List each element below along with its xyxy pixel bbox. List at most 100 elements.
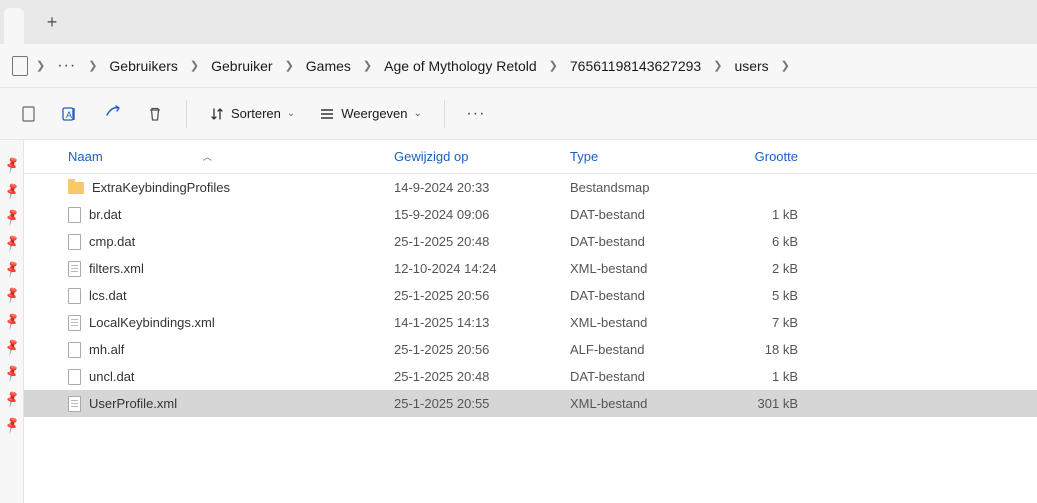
chevron-right-icon[interactable]: ❯ [32, 59, 49, 72]
file-row[interactable]: lcs.dat 25-1-2025 20:56DAT-bestand5 kB [24, 282, 1037, 309]
file-size: 18 kB [720, 342, 810, 357]
file-row[interactable]: uncl.dat 25-1-2025 20:48DAT-bestand1 kB [24, 363, 1037, 390]
view-label: Weergeven [341, 106, 407, 121]
file-row[interactable]: br.dat 15-9-2024 09:06DAT-bestand1 kB [24, 201, 1037, 228]
column-type[interactable]: Type [570, 149, 720, 164]
breadcrumb-item[interactable]: Games [298, 54, 359, 78]
active-tab[interactable] [4, 8, 24, 44]
breadcrumb: ❯ ··· ❯ Gebruikers ❯ Gebruiker ❯ Games ❯… [0, 44, 1037, 88]
file-modified: 15-9-2024 09:06 [394, 207, 570, 222]
file-type: DAT-bestand [570, 234, 720, 249]
file-size: 6 kB [720, 234, 810, 249]
nav-sidebar: 📌 📌 📌 📌 📌 📌 📌 📌 📌 📌 📌 [0, 140, 24, 503]
file-row[interactable]: ExtraKeybindingProfiles 14-9-2024 20:33Be… [24, 174, 1037, 201]
file-type: DAT-bestand [570, 207, 720, 222]
file-name-cell: ExtraKeybindingProfiles [68, 180, 394, 195]
file-icon [68, 342, 81, 358]
file-row[interactable]: filters.xml12-10-2024 14:24XML-bestand2 … [24, 255, 1037, 282]
column-name[interactable]: Naam ︿ [68, 149, 394, 164]
file-modified: 14-9-2024 20:33 [394, 180, 570, 195]
chevron-right-icon[interactable]: ❯ [777, 59, 794, 72]
file-name: uncl.dat [89, 369, 135, 384]
file-modified: 25-1-2025 20:55 [394, 396, 570, 411]
file-type: XML-bestand [570, 261, 720, 276]
toolbar: A Sorteren ⌄ Weergeven ⌄ ··· [0, 88, 1037, 140]
file-name-cell: lcs.dat [68, 288, 394, 304]
file-icon [68, 234, 81, 250]
breadcrumb-item[interactable]: 76561198143627293 [562, 54, 709, 78]
file-name-cell: filters.xml [68, 261, 394, 277]
content-area: 📌 📌 📌 📌 📌 📌 📌 📌 📌 📌 📌 Naam ︿ Gewijzigd o… [0, 140, 1037, 503]
file-icon [68, 207, 81, 223]
chevron-right-icon[interactable]: ❯ [359, 59, 376, 72]
file-size: 1 kB [720, 369, 810, 384]
breadcrumb-item[interactable]: Age of Mythology Retold [376, 54, 545, 78]
column-name-label: Naam [68, 149, 103, 164]
chevron-right-icon[interactable]: ❯ [186, 59, 203, 72]
svg-text:A: A [66, 110, 72, 120]
file-modified: 14-1-2025 14:13 [394, 315, 570, 330]
file-size: 1 kB [720, 207, 810, 222]
chevron-right-icon[interactable]: ❯ [545, 59, 562, 72]
new-tab-button[interactable]: + [34, 4, 70, 40]
breadcrumb-item[interactable]: Gebruiker [203, 54, 280, 78]
file-name: ExtraKeybindingProfiles [92, 180, 230, 195]
file-name: filters.xml [89, 261, 144, 276]
file-name: br.dat [89, 207, 122, 222]
file-type: XML-bestand [570, 396, 720, 411]
column-modified[interactable]: Gewijzigd op [394, 149, 570, 164]
file-type: XML-bestand [570, 315, 720, 330]
sort-icon [209, 106, 225, 122]
file-type: Bestandsmap [570, 180, 720, 195]
separator [186, 100, 187, 128]
view-button[interactable]: Weergeven ⌄ [309, 100, 432, 128]
file-icon [68, 369, 81, 385]
rename-button[interactable]: A [52, 95, 90, 133]
file-size: 5 kB [720, 288, 810, 303]
file-size: 301 kB [720, 396, 810, 411]
file-size: 2 kB [720, 261, 810, 276]
sort-arrow-icon: ︿ [203, 150, 212, 163]
sort-label: Sorteren [231, 106, 281, 121]
file-row[interactable]: UserProfile.xml 25-1-2025 20:55XML-bestan… [24, 390, 1037, 417]
breadcrumb-item[interactable]: users [726, 54, 776, 78]
file-modified: 25-1-2025 20:48 [394, 369, 570, 384]
separator [444, 100, 445, 128]
chevron-down-icon: ⌄ [287, 108, 295, 119]
file-name: lcs.dat [89, 288, 127, 303]
file-name-cell: cmp.dat [68, 234, 394, 250]
column-size[interactable]: Grootte [720, 149, 810, 164]
file-name: cmp.dat [89, 234, 135, 249]
file-name-cell: mh.alf [68, 342, 394, 358]
file-name: LocalKeybindings.xml [89, 315, 215, 330]
file-list: Naam ︿ Gewijzigd op Type Grootte ExtraKe… [24, 140, 1037, 503]
new-button[interactable] [10, 95, 48, 133]
breadcrumb-overflow[interactable]: ··· [49, 53, 84, 79]
breadcrumb-item[interactable]: Gebruikers [101, 54, 185, 78]
chevron-right-icon[interactable]: ❯ [281, 59, 298, 72]
file-name: mh.alf [89, 342, 124, 357]
sort-button[interactable]: Sorteren ⌄ [199, 100, 305, 128]
file-modified: 25-1-2025 20:56 [394, 288, 570, 303]
chevron-right-icon[interactable]: ❯ [709, 59, 726, 72]
list-icon [319, 106, 335, 122]
file-modified: 25-1-2025 20:56 [394, 342, 570, 357]
file-row[interactable]: mh.alf25-1-2025 20:56ALF-bestand18 kB [24, 336, 1037, 363]
file-name: UserProfile.xml [89, 396, 177, 411]
chevron-right-icon[interactable]: ❯ [84, 59, 101, 72]
file-name-cell: UserProfile.xml [68, 396, 394, 412]
ellipsis-icon: ··· [466, 105, 485, 123]
share-button[interactable] [94, 95, 132, 133]
file-size: 7 kB [720, 315, 810, 330]
more-button[interactable]: ··· [457, 95, 495, 133]
location-icon[interactable] [12, 56, 28, 76]
file-xml-icon [68, 315, 81, 331]
file-row[interactable]: LocalKeybindings.xml 14-1-2025 14:13XML-b… [24, 309, 1037, 336]
file-type: DAT-bestand [570, 369, 720, 384]
file-xml-icon [68, 396, 81, 412]
folder-icon [68, 182, 84, 194]
tab-bar: + [0, 0, 1037, 44]
delete-button[interactable] [136, 95, 174, 133]
file-row[interactable]: cmp.dat25-1-2025 20:48DAT-bestand6 kB [24, 228, 1037, 255]
file-type: DAT-bestand [570, 288, 720, 303]
